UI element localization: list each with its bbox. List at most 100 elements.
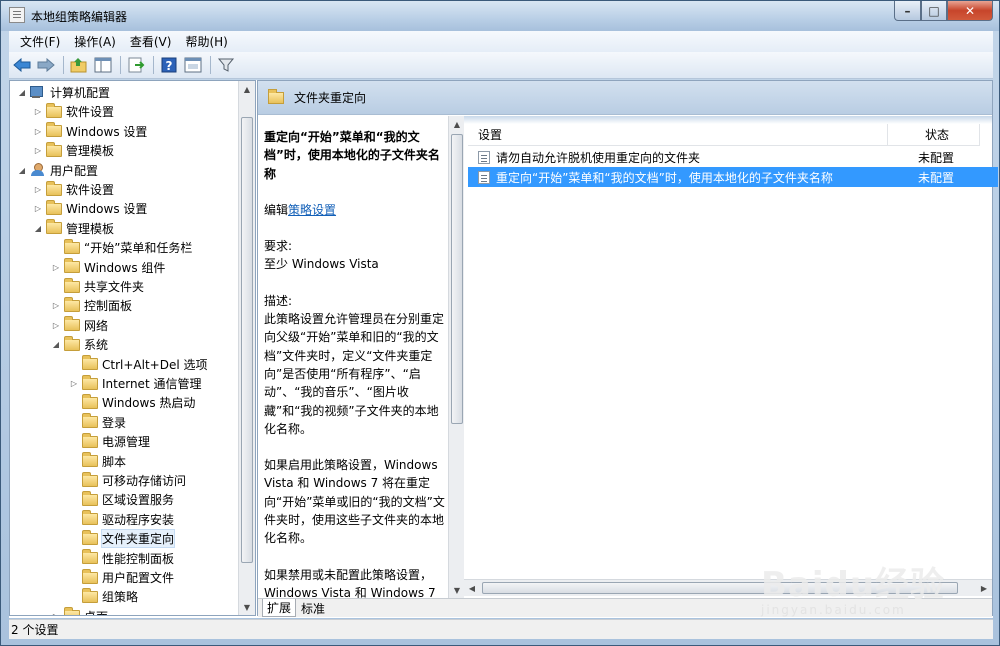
expand-arrow-icon[interactable]: ▷ (32, 185, 44, 194)
collapse-arrow-icon[interactable]: ◢ (50, 340, 62, 349)
tree-item[interactable]: 区域设置服务 (68, 490, 174, 509)
tree-item[interactable]: ▷ Windows 组件 (50, 258, 165, 277)
tree-item[interactable]: 用户配置文件 (68, 568, 174, 587)
maximize-button[interactable]: □ (921, 1, 947, 21)
tree-item[interactable]: 文件夹重定向 (68, 529, 176, 549)
export-list-icon[interactable] (125, 54, 147, 76)
requirements-block: 要求: 至少 Windows Vista (264, 237, 448, 274)
scroll-thumb[interactable] (451, 134, 463, 424)
list-horizontal-scrollbar[interactable]: ◀ ▶ (464, 579, 992, 596)
setting-name: 请勿自动允许脱机使用重定向的文件夹 (496, 150, 701, 165)
tree-item[interactable]: ▷ 桌面 (50, 607, 108, 615)
folder-icon (64, 316, 80, 332)
scroll-thumb[interactable] (241, 117, 253, 563)
expand-arrow-icon[interactable]: ▷ (50, 321, 62, 330)
description-panel: 重定向“开始”菜单和“我的文档”时，使用本地化的子文件夹名称 编辑策略设置 要求… (258, 116, 448, 598)
tree-item-label: 桌面 (84, 608, 108, 615)
tree-item[interactable]: ▷ Windows 设置 (32, 122, 147, 141)
description-scrollbar[interactable]: ▲ ▼ (448, 116, 464, 598)
tree-item-label: 组策略 (102, 590, 139, 605)
column-header-setting[interactable]: 设置 (468, 124, 888, 146)
tree-item[interactable]: Ctrl+Alt+Del 选项 (68, 355, 207, 374)
tree-item-label: 区域设置服务 (102, 493, 175, 508)
policy-settings-link[interactable]: 策略设置 (288, 203, 336, 217)
tree-item[interactable]: ▷ 管理模板 (32, 141, 114, 160)
tree-item[interactable]: 性能控制面板 (68, 549, 174, 568)
scroll-down-arrow-icon[interactable]: ▼ (239, 599, 255, 615)
scroll-up-arrow-icon[interactable]: ▲ (239, 81, 255, 97)
view-tabs: 扩展 标准 (258, 598, 992, 617)
tree-item-label: 控制面板 (84, 299, 133, 314)
tree-item[interactable]: 电源管理 (68, 432, 150, 451)
filter-icon[interactable] (215, 54, 237, 76)
expand-arrow-icon[interactable]: ▷ (50, 263, 62, 272)
collapse-arrow-icon[interactable]: ◢ (16, 88, 28, 97)
title-bar[interactable]: 本地组策略编辑器 – □ ✕ (1, 1, 999, 31)
menu-view[interactable]: 查看(V) (123, 33, 179, 50)
expand-arrow-icon[interactable]: ▷ (32, 146, 44, 155)
minimize-button[interactable]: – (894, 1, 921, 21)
scroll-up-arrow-icon[interactable]: ▲ (449, 116, 465, 132)
setting-row[interactable]: 请勿自动允许脱机使用重定向的文件夹 未配置 (468, 147, 998, 167)
forward-arrow-icon[interactable] (35, 54, 57, 76)
tree-item[interactable]: ▷ 网络 (50, 316, 108, 335)
collapse-arrow-icon[interactable]: ◢ (16, 166, 28, 175)
show-hide-tree-icon[interactable] (92, 54, 114, 76)
expand-arrow-icon[interactable]: ▷ (32, 204, 44, 213)
tab-extended[interactable]: 扩展 (262, 599, 297, 617)
tree-item[interactable]: “开始”菜单和任务栏 (50, 238, 192, 257)
tree-item[interactable]: Windows 热启动 (68, 393, 195, 412)
scroll-left-arrow-icon[interactable]: ◀ (464, 580, 480, 596)
tree-item[interactable]: ▷ 软件设置 (32, 180, 114, 199)
tree-item-label: Windows 组件 (84, 260, 166, 275)
computer-icon (30, 85, 46, 100)
expand-arrow-icon[interactable]: ▷ (50, 612, 62, 615)
tree-item[interactable]: ◢ 计算机配置 (16, 83, 110, 102)
tree-item[interactable]: 共享文件夹 (50, 277, 144, 296)
folder-icon (82, 432, 98, 448)
expand-arrow-icon[interactable]: ▷ (68, 379, 80, 388)
tree-item-label: 电源管理 (102, 435, 151, 450)
menu-action[interactable]: 操作(A) (67, 33, 123, 50)
close-button[interactable]: ✕ (947, 1, 993, 21)
tree-item[interactable]: 登录 (68, 413, 126, 432)
tree-item[interactable]: ▷ 软件设置 (32, 102, 114, 121)
help-icon[interactable]: ? (158, 54, 180, 76)
tree-item[interactable]: 可移动存储访问 (68, 471, 186, 490)
scroll-thumb[interactable] (482, 582, 958, 594)
tree-item[interactable]: ▷ 控制面板 (50, 296, 132, 315)
tree-item[interactable]: 组策略 (68, 587, 138, 606)
expand-arrow-icon[interactable]: ▷ (32, 107, 44, 116)
column-header-state[interactable]: 状态 (888, 124, 980, 146)
tree-item[interactable]: 驱动程序安装 (68, 510, 174, 529)
tree-item[interactable]: ▷ Internet 通信管理 (68, 374, 201, 393)
tree-item-label: 驱动程序安装 (102, 512, 175, 527)
tree-vertical-scrollbar[interactable]: ▲ ▼ (238, 81, 255, 615)
expand-arrow-icon[interactable]: ▷ (50, 301, 62, 310)
tree-item[interactable]: ◢ 管理模板 (32, 219, 114, 238)
scroll-down-arrow-icon[interactable]: ▼ (449, 582, 465, 598)
back-arrow-icon[interactable] (11, 54, 33, 76)
tab-standard[interactable]: 标准 (297, 599, 329, 617)
tree-item[interactable]: ▷ Windows 设置 (32, 199, 147, 218)
enabled-paragraph: 如果启用此策略设置，Windows Vista 和 Windows 7 将在重定… (264, 458, 445, 546)
toolbar-separator (63, 56, 64, 74)
properties-icon[interactable] (182, 54, 204, 76)
folder-icon (82, 393, 98, 409)
menu-help[interactable]: 帮助(H) (178, 33, 234, 50)
folder-icon (82, 529, 98, 545)
menu-file[interactable]: 文件(F) (13, 33, 67, 50)
tree-item[interactable]: 脚本 (68, 452, 126, 471)
setting-row[interactable]: 重定向“开始”菜单和“我的文档”时，使用本地化的子文件夹名称 未配置 (468, 167, 998, 187)
tree-item[interactable]: ◢ 用户配置 (16, 161, 98, 180)
edit-prefix: 编辑 (264, 202, 289, 217)
tree-item-label: 可移动存储访问 (102, 474, 187, 488)
folder-icon (46, 219, 62, 235)
expand-arrow-icon[interactable]: ▷ (32, 127, 44, 136)
tree-item-label: 共享文件夹 (84, 280, 145, 294)
up-folder-icon[interactable] (68, 54, 90, 76)
scroll-right-arrow-icon[interactable]: ▶ (976, 580, 992, 596)
tree-item[interactable]: ◢ 系统 (50, 335, 108, 354)
policy-setting-icon (478, 170, 490, 184)
collapse-arrow-icon[interactable]: ◢ (32, 224, 44, 233)
